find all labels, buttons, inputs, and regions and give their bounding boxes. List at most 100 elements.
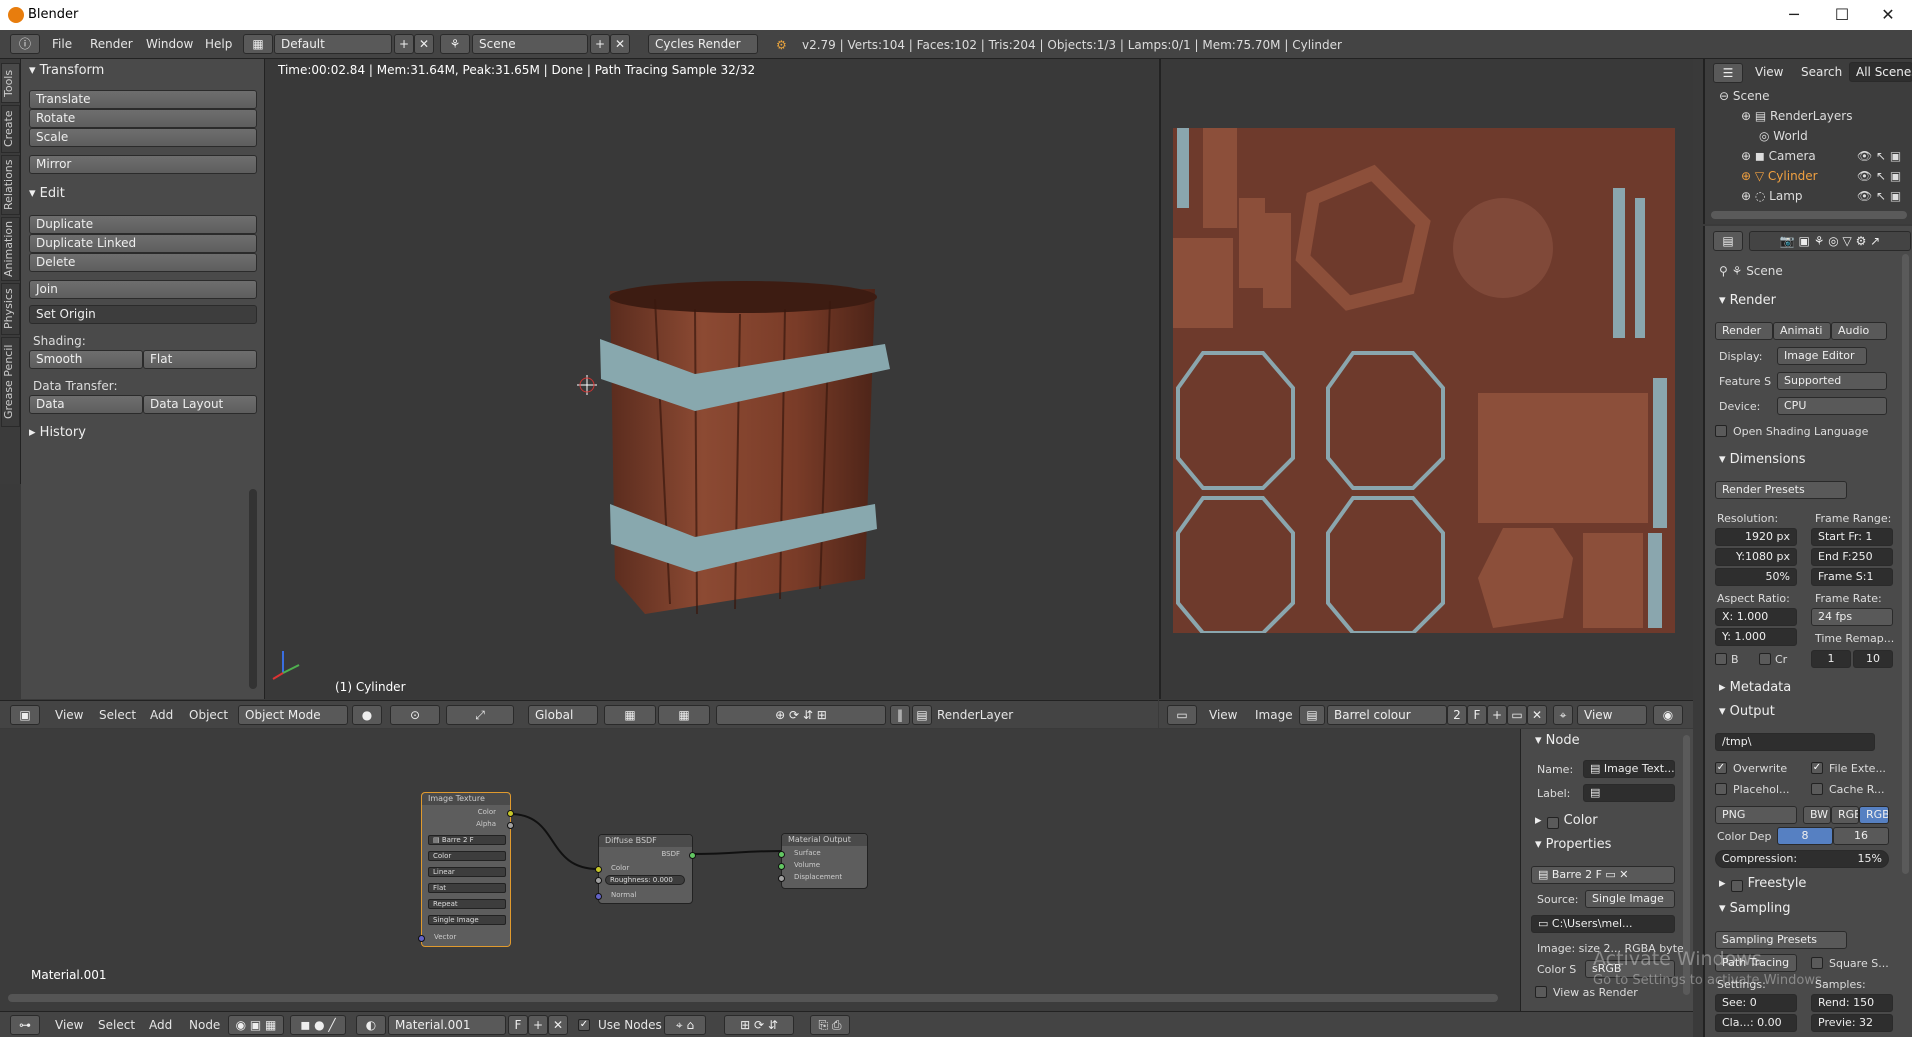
aspect-y-field[interactable]: Y: 1.000 bbox=[1715, 628, 1797, 646]
scale-button[interactable]: Scale bbox=[29, 128, 257, 147]
visibility-eye-icon[interactable]: 👁 ↖ ▣ bbox=[1857, 169, 1901, 183]
border-checkbox[interactable] bbox=[1715, 653, 1727, 665]
node-label-field[interactable]: ▤ bbox=[1583, 784, 1675, 802]
maximize-button[interactable]: ☐ bbox=[1822, 4, 1862, 26]
node-panel-header[interactable]: ▾ Node bbox=[1535, 733, 1580, 748]
remove-layout-icon[interactable]: ✕ bbox=[414, 34, 434, 54]
time-remap-new-field[interactable]: 10 bbox=[1853, 650, 1893, 668]
diffuse-color-socket[interactable] bbox=[595, 866, 602, 873]
volume-input-socket[interactable] bbox=[778, 863, 785, 870]
crop-checkbox[interactable] bbox=[1759, 653, 1771, 665]
feature-set-select[interactable]: Supported bbox=[1777, 372, 1887, 390]
outliner-filter-select[interactable]: All Scenes bbox=[1849, 62, 1912, 82]
overwrite-checkbox[interactable]: ✓ bbox=[1715, 762, 1727, 774]
visibility-eye-icon[interactable]: 👁 ↖ ▣ bbox=[1857, 149, 1901, 163]
resolution-x-field[interactable]: 1920 px bbox=[1715, 528, 1797, 546]
snap-icons[interactable]: ⊞ ⟳ ⇵ bbox=[724, 1015, 794, 1035]
close-button[interactable]: ✕ bbox=[1868, 4, 1908, 26]
outliner-search-menu[interactable]: Search bbox=[1801, 65, 1842, 79]
vector-input-socket[interactable] bbox=[418, 935, 425, 942]
display-select[interactable]: Image Editor bbox=[1777, 347, 1867, 365]
layout-icon[interactable]: ▦ bbox=[243, 34, 273, 54]
output-panel-header[interactable]: ▾ Output bbox=[1719, 704, 1775, 719]
fake-user-button[interactable]: F bbox=[1467, 705, 1487, 725]
resolution-y-field[interactable]: Y:1080 px bbox=[1715, 548, 1797, 566]
render-slot-icon[interactable]: ◉ bbox=[1653, 705, 1683, 725]
color-depth-16-button[interactable]: 16 bbox=[1833, 827, 1889, 845]
color-rgb-button[interactable]: RGB bbox=[1831, 806, 1859, 824]
resolution-percent-field[interactable]: 50% bbox=[1715, 568, 1797, 586]
color-panel-header[interactable]: ▸ Color bbox=[1535, 813, 1598, 828]
data-button[interactable]: Data bbox=[29, 395, 143, 414]
projection-select[interactable]: Flat bbox=[428, 883, 506, 893]
add-scene-icon[interactable]: + bbox=[590, 34, 610, 54]
outliner-view-menu[interactable]: View bbox=[1755, 65, 1783, 79]
image-texture-node[interactable]: Image Texture Color Alpha ▤ Barre 2 F Co… bbox=[418, 792, 514, 947]
color-depth-8-button[interactable]: 8 bbox=[1777, 827, 1833, 845]
history-panel-header[interactable]: ▸ History bbox=[29, 425, 86, 440]
node-source-select[interactable]: Single Image bbox=[1585, 890, 1675, 908]
delete-button[interactable]: Delete bbox=[29, 253, 257, 272]
material-browse-icon[interactable]: ◐ bbox=[356, 1015, 386, 1035]
seed-field[interactable]: See: 0 bbox=[1715, 994, 1797, 1012]
clamp-field[interactable]: Cla...: 0.00 bbox=[1715, 1014, 1797, 1032]
smooth-button[interactable]: Smooth bbox=[29, 350, 143, 369]
outliner-item-camera[interactable]: ⊕ ◼ Camera bbox=[1741, 149, 1816, 163]
unlink-material-icon[interactable]: ✕ bbox=[548, 1015, 568, 1035]
outliner-item-scene[interactable]: ⊖ Scene bbox=[1719, 89, 1769, 103]
time-remap-old-field[interactable]: 1 bbox=[1811, 650, 1851, 668]
translate-button[interactable]: Translate bbox=[29, 90, 257, 109]
sampling-panel-header[interactable]: ▾ Sampling bbox=[1719, 901, 1791, 916]
new-image-icon[interactable]: + bbox=[1487, 705, 1507, 725]
3d-viewport[interactable] bbox=[265, 59, 1158, 699]
frame-step-field[interactable]: Frame S:1 bbox=[1811, 568, 1893, 586]
render-button[interactable]: Render bbox=[1715, 322, 1773, 340]
editor-type-outliner-icon[interactable]: ☰ bbox=[1713, 63, 1743, 83]
material-fake-user-button[interactable]: F bbox=[508, 1015, 528, 1035]
mirror-button[interactable]: Mirror bbox=[29, 155, 257, 174]
view-mode-select[interactable]: View bbox=[1577, 705, 1647, 725]
menu-add[interactable]: Add bbox=[149, 1018, 172, 1032]
menu-node[interactable]: Node bbox=[189, 1018, 220, 1032]
menu-render[interactable]: Render bbox=[90, 37, 133, 51]
scene-icon[interactable]: ⚘ bbox=[440, 34, 470, 54]
join-button[interactable]: Join bbox=[29, 280, 257, 299]
viewport-shading-icon[interactable]: ● bbox=[352, 705, 382, 725]
render-samples-field[interactable]: Rend: 150 bbox=[1811, 994, 1893, 1012]
menu-file[interactable]: File bbox=[52, 37, 72, 51]
image-name-field[interactable]: Barrel colour bbox=[1327, 705, 1447, 725]
cache-result-checkbox[interactable] bbox=[1811, 783, 1823, 795]
editor-type-info-icon[interactable]: ⓘ bbox=[10, 34, 40, 54]
bsdf-output-socket[interactable] bbox=[689, 852, 696, 859]
surface-input-socket[interactable] bbox=[778, 851, 785, 858]
node-editor[interactable]: Image Texture Color Alpha ▤ Barre 2 F Co… bbox=[0, 729, 1520, 1011]
editor-type-node-icon[interactable]: ⊶ bbox=[10, 1015, 40, 1035]
duplicate-button[interactable]: Duplicate bbox=[29, 215, 257, 234]
toolshelf-scrollbar[interactable] bbox=[249, 489, 257, 689]
normal-input-socket[interactable] bbox=[595, 893, 602, 900]
render-engine-select[interactable]: Cycles Render bbox=[648, 34, 758, 54]
menu-object[interactable]: Object bbox=[189, 708, 228, 722]
pause-render-icon[interactable]: ‖ bbox=[890, 705, 910, 725]
tab-tools[interactable]: Tools bbox=[1, 63, 20, 103]
flat-button[interactable]: Flat bbox=[143, 350, 257, 369]
tab-grease-pencil[interactable]: Grease Pencil bbox=[1, 337, 20, 427]
tab-create[interactable]: Create bbox=[1, 105, 20, 153]
render-presets-select[interactable]: Render Presets bbox=[1715, 481, 1847, 499]
tab-animation[interactable]: Animation bbox=[1, 217, 20, 281]
editor-type-image-icon[interactable]: ▭ bbox=[1167, 705, 1197, 725]
outliner-scrollbar[interactable] bbox=[1711, 211, 1907, 219]
add-material-icon[interactable]: + bbox=[528, 1015, 548, 1035]
transform-panel-header[interactable]: ▾ Transform bbox=[29, 63, 104, 78]
node-tool-icons[interactable]: ⌖ ⌂ bbox=[664, 1015, 706, 1035]
roughness-socket[interactable] bbox=[595, 877, 602, 884]
set-origin-select[interactable]: Set Origin bbox=[29, 305, 257, 324]
layout-field[interactable]: Default bbox=[274, 34, 392, 54]
menu-view[interactable]: View bbox=[1209, 708, 1237, 722]
material-output-node[interactable]: Material Output Surface Volume Displacem… bbox=[778, 833, 868, 889]
outliner-item-world[interactable]: ◎ World bbox=[1759, 129, 1808, 143]
render-panel-header[interactable]: ▾ Render bbox=[1719, 293, 1776, 308]
menu-view[interactable]: View bbox=[55, 708, 83, 722]
preview-samples-field[interactable]: Previe: 32 bbox=[1811, 1014, 1893, 1032]
square-samples-checkbox[interactable] bbox=[1811, 957, 1823, 969]
